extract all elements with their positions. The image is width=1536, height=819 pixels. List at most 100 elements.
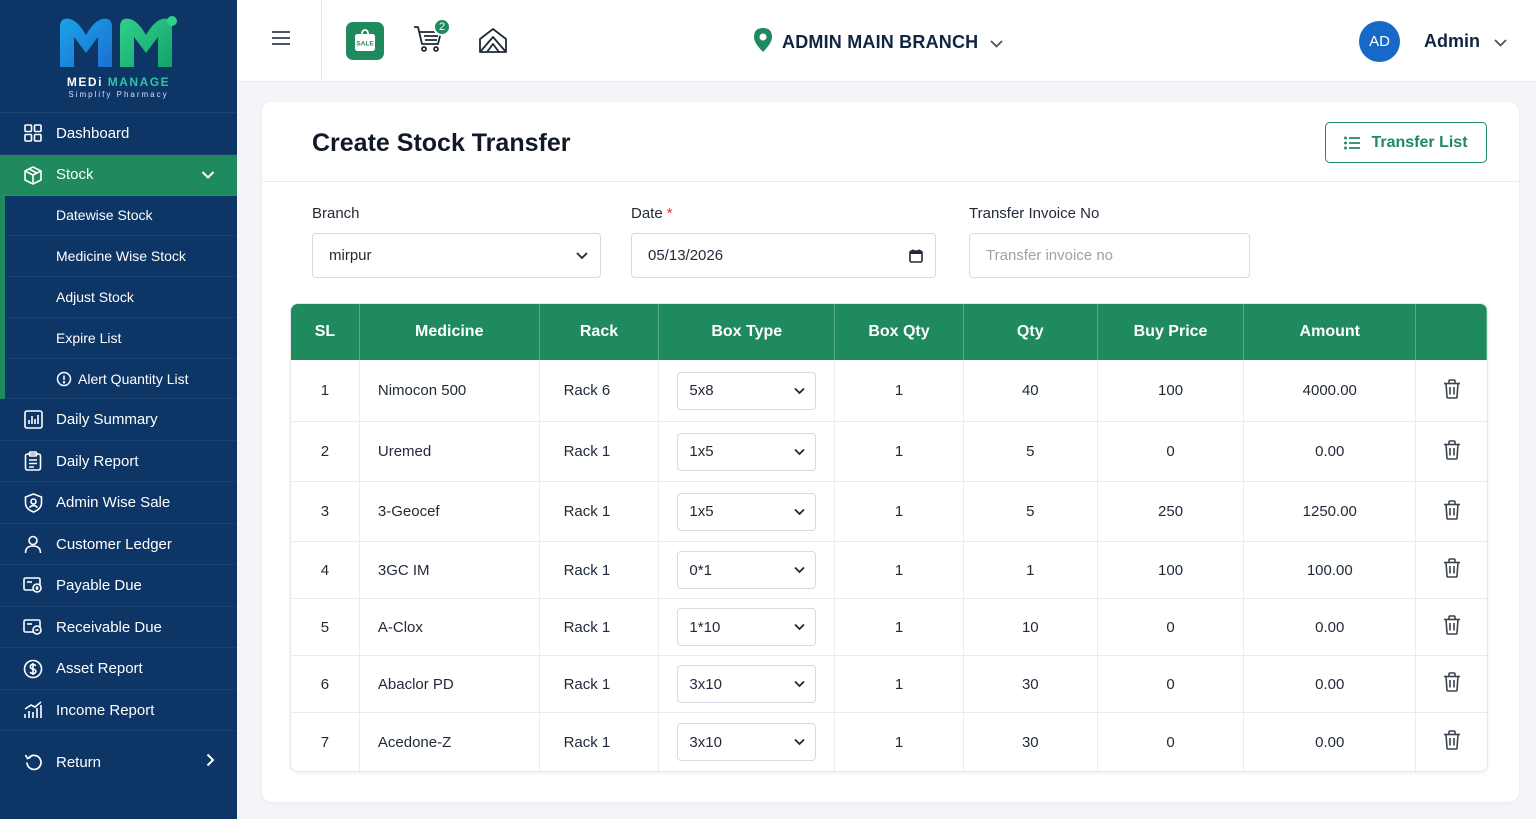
cart-count-badge: 2 bbox=[433, 18, 451, 36]
delete-trash-icon[interactable] bbox=[1443, 378, 1461, 403]
delete-trash-icon[interactable] bbox=[1443, 439, 1461, 464]
submenu-item-alert-quantity-list[interactable]: Alert Quantity List bbox=[5, 359, 237, 400]
table-header-row: SL Medicine Rack Box Type Box Qty Qty Bu… bbox=[291, 304, 1487, 360]
branch-name: ADMIN MAIN BRANCH bbox=[782, 32, 979, 52]
sidebar-item-label: Income Report bbox=[56, 701, 155, 719]
box-type-select[interactable]: 1x5 bbox=[677, 492, 817, 531]
submenu-item-adjust-stock[interactable]: Adjust Stock bbox=[5, 277, 237, 318]
pos-sale-button[interactable]: SALE bbox=[346, 22, 384, 60]
warehouse-icon[interactable] bbox=[478, 27, 508, 59]
cell-qty: 5 bbox=[964, 422, 1098, 481]
column-header-box-qty: Box Qty bbox=[835, 304, 964, 360]
cell-rack: Rack 1 bbox=[540, 656, 660, 712]
sidebar-item-admin-wise-sale[interactable]: Admin Wise Sale bbox=[0, 482, 237, 524]
cell-buy-price: 0 bbox=[1098, 656, 1245, 712]
delete-trash-icon[interactable] bbox=[1443, 615, 1461, 639]
cell-box-type: 3x10 bbox=[659, 713, 836, 771]
box-type-select[interactable]: 0*1 bbox=[677, 551, 817, 589]
brand-name: MEDi MANAGE bbox=[67, 75, 170, 89]
box-type-value: 1x5 bbox=[689, 443, 714, 460]
sidebar-item-return[interactable]: Return bbox=[0, 741, 237, 783]
column-header-amount: Amount bbox=[1244, 304, 1417, 360]
user-menu[interactable]: Admin bbox=[1424, 31, 1507, 52]
chevron-down-icon bbox=[201, 166, 215, 183]
sidebar-item-payable-due[interactable]: Payable Due bbox=[0, 565, 237, 607]
cell-box-qty: 1 bbox=[835, 713, 964, 771]
sidebar-item-daily-summary[interactable]: Daily Summary bbox=[0, 399, 237, 441]
box-type-select[interactable]: 3x10 bbox=[677, 723, 817, 761]
invoice-placeholder: Transfer invoice no bbox=[986, 247, 1114, 264]
payment-icon bbox=[22, 616, 44, 638]
cell-medicine: Uremed bbox=[360, 422, 540, 481]
box-type-select[interactable]: 1x5 bbox=[677, 432, 817, 471]
cell-sl: 3 bbox=[291, 482, 360, 541]
cell-sl: 5 bbox=[291, 599, 360, 655]
cell-sl: 1 bbox=[291, 360, 360, 421]
user-icon bbox=[22, 533, 44, 555]
branch-label: Branch bbox=[312, 205, 360, 222]
transfer-invoice-input[interactable]: Transfer invoice no bbox=[969, 233, 1250, 278]
page-title: Create Stock Transfer bbox=[312, 129, 571, 157]
sidebar-item-dashboard[interactable]: Dashboard bbox=[0, 113, 237, 155]
sidebar-item-stock[interactable]: Stock bbox=[0, 154, 237, 196]
table-row: 3 3-Geocef Rack 1 1x5 1 5 250 1250.00 bbox=[291, 482, 1487, 542]
branch-selector[interactable]: ADMIN MAIN BRANCH bbox=[754, 28, 1004, 57]
cell-qty: 5 bbox=[964, 482, 1098, 541]
location-pin-icon bbox=[754, 28, 772, 57]
submenu-item-datewise-stock[interactable]: Datewise Stock bbox=[5, 196, 237, 237]
sidebar-item-receivable-due[interactable]: Receivable Due bbox=[0, 607, 237, 649]
payment-icon bbox=[22, 575, 44, 597]
chevron-down-icon bbox=[1494, 31, 1507, 52]
cell-action bbox=[1416, 542, 1487, 598]
chevron-down-icon bbox=[794, 566, 806, 574]
list-icon bbox=[1344, 136, 1361, 149]
cell-medicine: 3GC IM bbox=[360, 542, 540, 598]
delete-trash-icon[interactable] bbox=[1443, 672, 1461, 696]
bar-chart-icon bbox=[22, 699, 44, 721]
transfer-list-button[interactable]: Transfer List bbox=[1325, 122, 1487, 163]
sidebar-item-daily-report[interactable]: Daily Report bbox=[0, 441, 237, 483]
box-type-select[interactable]: 5x8 bbox=[677, 371, 817, 410]
sidebar-item-customer-ledger[interactable]: Customer Ledger bbox=[0, 524, 237, 566]
brand-logo[interactable]: MEDi MANAGE Simplify Pharmacy bbox=[0, 0, 237, 113]
delete-trash-icon[interactable] bbox=[1443, 499, 1461, 524]
cell-rack: Rack 1 bbox=[540, 713, 660, 771]
cell-amount: 0.00 bbox=[1244, 422, 1417, 481]
box-type-select[interactable]: 1*10 bbox=[677, 608, 817, 646]
box-type-value: 1x5 bbox=[689, 503, 714, 520]
avatar[interactable]: AD bbox=[1359, 21, 1400, 62]
delete-trash-icon[interactable] bbox=[1443, 730, 1461, 754]
cell-medicine: Acedone-Z bbox=[360, 713, 540, 771]
submenu-item-medicine-wise-stock[interactable]: Medicine Wise Stock bbox=[5, 236, 237, 278]
calendar-icon[interactable] bbox=[909, 249, 923, 263]
delete-trash-icon[interactable] bbox=[1443, 558, 1461, 582]
submenu-item-label: Adjust Stock bbox=[56, 288, 134, 305]
cell-box-type: 5x8 bbox=[659, 360, 836, 421]
column-header-rack: Rack bbox=[540, 304, 660, 360]
chevron-right-icon bbox=[206, 753, 215, 771]
cell-rack: Rack 1 bbox=[540, 482, 660, 541]
cell-amount: 0.00 bbox=[1244, 713, 1417, 771]
branch-select[interactable]: mirpur bbox=[312, 233, 601, 278]
hamburger-menu-icon[interactable] bbox=[271, 30, 291, 51]
table-row: 2 Uremed Rack 1 1x5 1 5 0 0.00 bbox=[291, 422, 1487, 482]
table-row: 7 Acedone-Z Rack 1 3x10 1 30 0 0.00 bbox=[291, 713, 1487, 771]
date-field-value: 05/13/2026 bbox=[648, 247, 724, 264]
invoice-label: Transfer Invoice No bbox=[969, 205, 1100, 222]
table-row: 5 A-Clox Rack 1 1*10 1 10 0 0.00 bbox=[291, 599, 1487, 656]
sidebar-item-asset-report[interactable]: Asset Report bbox=[0, 648, 237, 690]
sidebar-item-income-report[interactable]: Income Report bbox=[0, 690, 237, 732]
box-type-select[interactable]: 3x10 bbox=[677, 665, 817, 703]
cell-box-qty: 1 bbox=[835, 482, 964, 541]
sidebar-item-label: Daily Summary bbox=[56, 411, 158, 429]
logo-mark-icon bbox=[59, 16, 177, 68]
date-label-text: Date bbox=[631, 205, 663, 222]
date-field[interactable]: 05/13/2026 bbox=[631, 233, 936, 278]
submenu-item-expire-list[interactable]: Expire List bbox=[5, 318, 237, 359]
cell-sl: 6 bbox=[291, 656, 360, 712]
sidebar-item-label: Receivable Due bbox=[56, 618, 162, 636]
chevron-down-icon bbox=[794, 623, 806, 631]
cell-box-type: 1x5 bbox=[659, 422, 836, 481]
chevron-down-icon bbox=[794, 508, 806, 515]
submenu-item-label: Expire List bbox=[56, 329, 122, 346]
